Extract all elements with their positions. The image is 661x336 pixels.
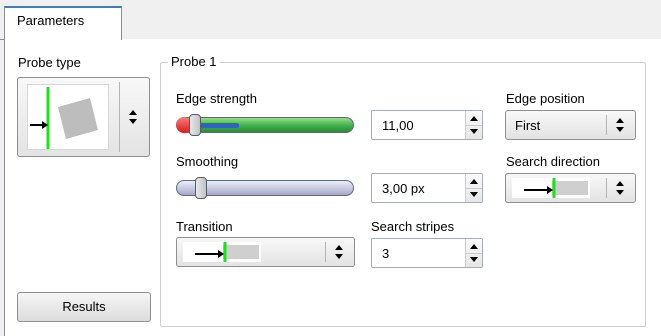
search-direction-label: Search direction [506,154,600,169]
probe-type-label: Probe type [18,55,81,70]
edge-position-value: First [515,118,541,133]
smoothing-spin-buttons[interactable] [465,174,482,202]
smoothing-slider[interactable] [176,177,354,199]
chevron-updown-icon [616,118,624,132]
direction-arrow-icon [512,178,590,198]
smoothing-spinbox[interactable]: 3,00 px [371,173,483,203]
edge-strength-slider[interactable] [176,114,354,136]
edge-strength-thumb[interactable] [189,114,201,136]
search-direction-combo[interactable] [505,173,636,203]
search-stripes-spin-buttons[interactable] [465,239,482,267]
probe-type-combo[interactable] [17,77,150,157]
edge-strength-value: 11,00 [382,118,414,133]
smoothing-label: Smoothing [176,154,239,169]
search-stripes-spinbox[interactable]: 3 [371,238,483,268]
edge-strength-spin-buttons[interactable] [465,111,482,139]
spin-up-icon[interactable] [470,116,478,121]
spin-down-icon[interactable] [470,129,478,134]
spin-up-icon[interactable] [470,244,478,249]
edge-position-combo[interactable]: First [505,110,636,140]
probe-1-title: Probe 1 [168,54,220,69]
spin-down-icon[interactable] [470,192,478,197]
edge-strength-spinbox[interactable]: 11,00 [371,110,483,140]
edge-strength-label: Edge strength [176,91,257,106]
smoothing-value: 3,00 px [382,181,425,196]
results-button[interactable]: Results [17,292,151,322]
chevron-updown-icon [129,110,137,124]
spin-down-icon[interactable] [470,257,478,262]
edge-position-label: Edge position [506,91,585,106]
transition-combo[interactable] [176,237,355,267]
chevron-updown-icon [616,181,624,195]
chevron-updown-icon [335,245,343,259]
tab-parameters-label: Parameters [17,13,85,28]
search-stripes-value: 3 [382,246,390,261]
search-stripes-label: Search stripes [371,219,455,234]
probe-edge-icon [27,84,109,150]
transition-label: Transition [176,219,233,234]
tab-parameters[interactable]: Parameters [4,6,122,40]
results-button-label: Results [62,299,106,314]
smoothing-thumb[interactable] [195,177,207,199]
transition-arrow-icon [183,242,261,262]
spin-up-icon[interactable] [470,179,478,184]
